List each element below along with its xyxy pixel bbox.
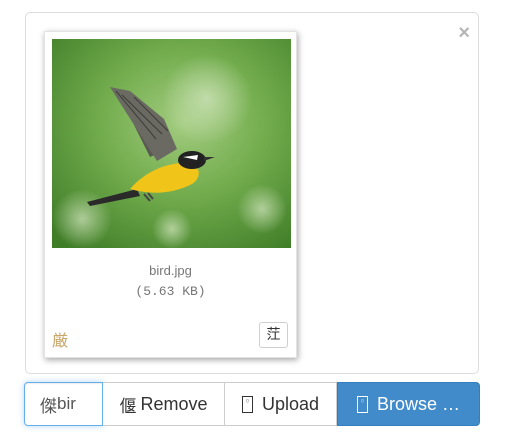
bird-photo-icon: [52, 39, 291, 248]
browse-button-label: Browse …: [376, 393, 461, 414]
folder-open-icon: ▯: [356, 395, 368, 413]
file-preview-panel: × bird.jpg (5.63 KB) 厳 茳: [25, 12, 479, 374]
file-name: bird.jpg: [149, 263, 192, 278]
image-thumbnail[interactable]: [52, 39, 291, 248]
file-caption-text: bir: [57, 394, 76, 413]
remove-button-label: Remove: [140, 393, 208, 414]
remove-button[interactable]: 偃 Remove: [103, 382, 225, 426]
file-caption-icon: 傑: [40, 396, 57, 416]
browse-button[interactable]: ▯ Browse …: [337, 382, 480, 426]
file-preview-frame: bird.jpg (5.63 KB) 厳 茳: [44, 31, 297, 358]
file-caption-field[interactable]: 傑 bir: [24, 382, 103, 426]
upload-button[interactable]: ▯ Upload: [225, 382, 337, 426]
trash-icon: 偃: [119, 396, 137, 417]
file-size: (5.63 KB): [135, 284, 206, 299]
file-input-group: 傑 bir 偃 Remove ▯ Upload ▯ Browse …: [24, 382, 480, 426]
upload-status-icon: 厳: [52, 331, 69, 350]
close-preview-icon[interactable]: ×: [458, 23, 470, 43]
upload-button-label: Upload: [261, 393, 320, 414]
zoom-button[interactable]: 茳: [259, 322, 288, 348]
upload-icon: ▯: [241, 395, 253, 413]
